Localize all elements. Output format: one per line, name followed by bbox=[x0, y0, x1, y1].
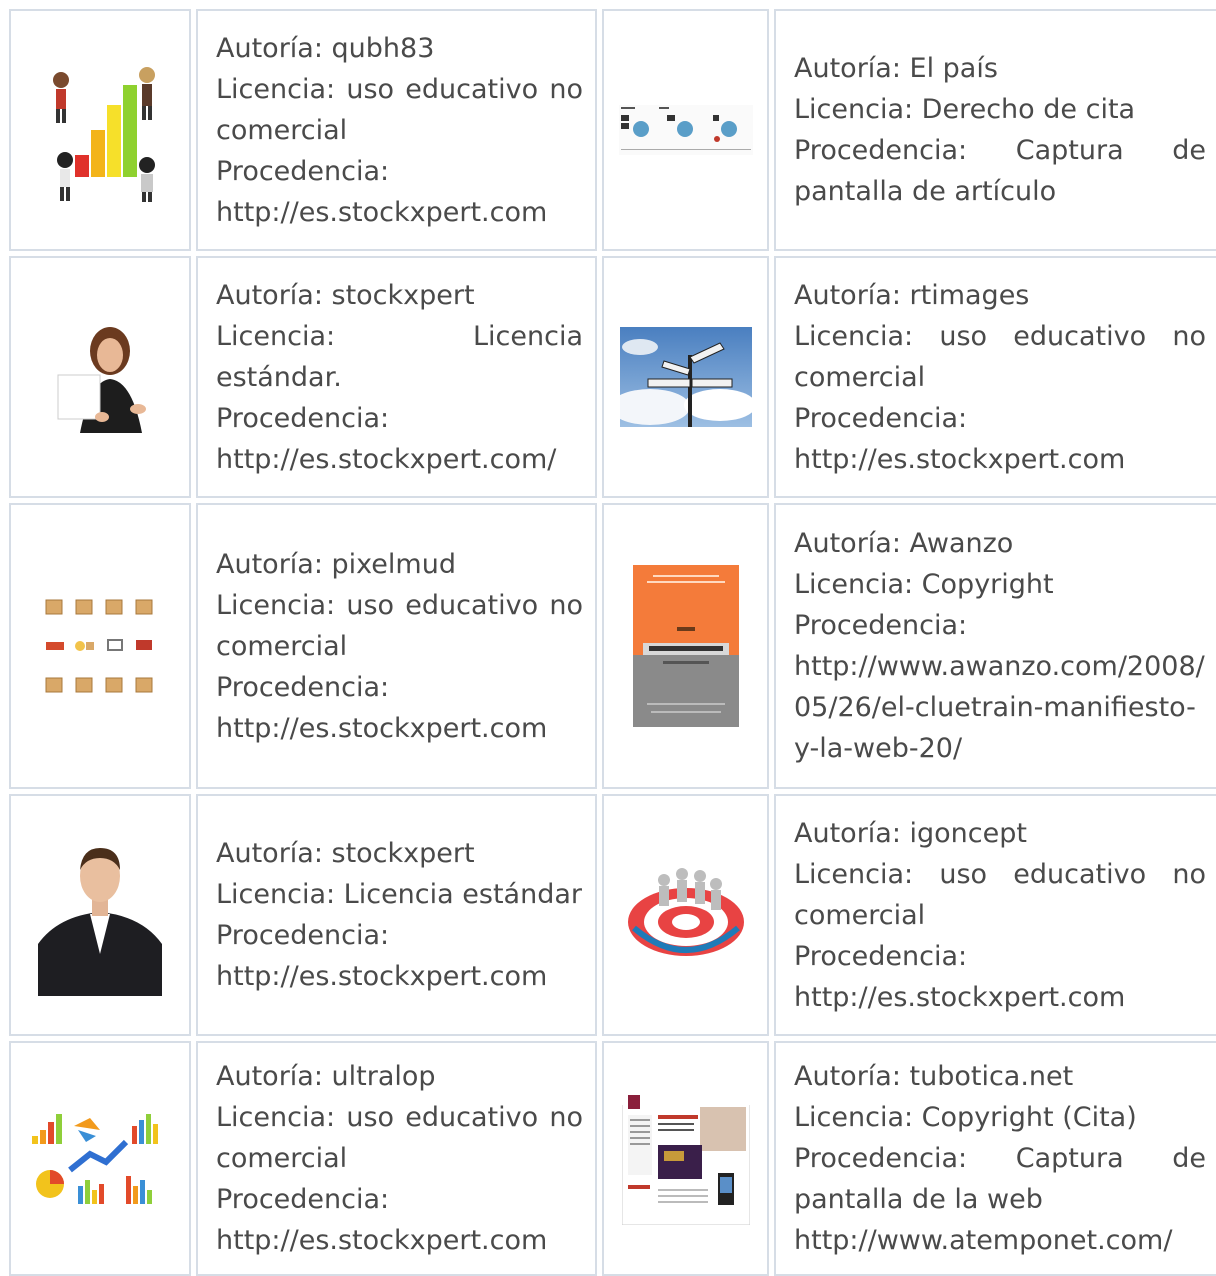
procedencia-text: Procedencia: bbox=[216, 402, 390, 434]
licencia-text: Licencia: uso educativo no comercial bbox=[794, 320, 1206, 393]
procedencia-text: Procedencia: bbox=[794, 940, 968, 972]
credit-text-cell: Autoría: qubh83 Licencia: uso educativo … bbox=[196, 9, 597, 251]
autoria-text: Autoría: pixelmud bbox=[216, 548, 456, 580]
procedencia-text: Procedencia: Captura de pantalla de artí… bbox=[794, 135, 1206, 207]
procedencia-text: Procedencia: bbox=[216, 671, 390, 703]
credit-text-cell: Autoría: ultralop Licencia: uso educativ… bbox=[196, 1041, 597, 1276]
credit-text-cell: Autoría: El país Licencia: Derecho de ci… bbox=[774, 9, 1216, 251]
licencia-text: Licencia: Copyright (Cita) bbox=[794, 1102, 1137, 1133]
article-screenshot-image bbox=[618, 105, 753, 155]
autoria-text: Autoría: tubotica.net bbox=[794, 1061, 1074, 1092]
source-url[interactable]: http://es.stockxpert.com bbox=[216, 956, 583, 997]
licencia-text: Licencia: uso educativo no comercial bbox=[216, 589, 583, 662]
people-growth-chart-image bbox=[53, 67, 155, 202]
autoria-text: Autoría: stockxpert bbox=[216, 838, 475, 869]
shipping-boxes-icons-image bbox=[45, 599, 153, 693]
image-cell bbox=[9, 1041, 191, 1276]
image-cell bbox=[602, 794, 769, 1036]
licencia-text: Licencia: Licencia estándar bbox=[216, 879, 582, 910]
licencia-text: Licencia: Derecho de cita bbox=[794, 94, 1136, 125]
procedencia-text: Procedencia: bbox=[216, 1184, 390, 1215]
licencia-text: Licencia: uso educativo no comercial bbox=[794, 858, 1206, 931]
image-cell bbox=[9, 256, 191, 498]
cluetrain-book-cover-image bbox=[632, 565, 739, 727]
credit-text-cell: Autoría: Awanzo Licencia: Copyright Proc… bbox=[774, 503, 1216, 789]
licencia-text: Licencia: Licencia estándar. bbox=[216, 320, 583, 393]
image-cell bbox=[602, 503, 769, 789]
autoria-text: Autoría: qubh83 bbox=[216, 32, 435, 64]
young-man-suit-image bbox=[38, 834, 162, 996]
credit-text-cell: Autoría: stockxpert Licencia: Licencia e… bbox=[196, 256, 597, 498]
procedencia-text: Procedencia: bbox=[794, 610, 968, 641]
credit-text-cell: Autoría: igoncept Licencia: uso educativ… bbox=[774, 794, 1216, 1036]
procedencia-text: Procedencia: Captura de pantalla de la w… bbox=[794, 1143, 1206, 1215]
source-url[interactable]: http://www.atemponet.com/ bbox=[794, 1220, 1206, 1261]
autoria-text: Autoría: igoncept bbox=[794, 817, 1027, 849]
procedencia-text: Procedencia: bbox=[216, 155, 390, 187]
licencia-text: Licencia: Copyright bbox=[794, 569, 1054, 600]
credits-table: Autoría: qubh83 Licencia: uso educativo … bbox=[9, 9, 1216, 1276]
woman-with-paper-image bbox=[50, 321, 150, 433]
licencia-text: Licencia: uso educativo no comercial bbox=[216, 1102, 583, 1174]
image-cell bbox=[9, 503, 191, 789]
credit-text-cell: Autoría: tubotica.net Licencia: Copyrigh… bbox=[774, 1041, 1216, 1276]
source-url[interactable]: http://www.awanzo.com/2008/05/26/el-clue… bbox=[794, 646, 1206, 769]
credit-text-cell: Autoría: rtimages Licencia: uso educativ… bbox=[774, 256, 1216, 498]
target-market-image bbox=[627, 868, 744, 956]
autoria-text: Autoría: stockxpert bbox=[216, 279, 475, 311]
autoria-text: Autoría: Awanzo bbox=[794, 528, 1014, 559]
procedencia-text: Procedencia: bbox=[794, 402, 968, 434]
source-url[interactable]: http://es.stockxpert.com bbox=[794, 439, 1206, 480]
licencia-text: Licencia: uso educativo no comercial bbox=[216, 73, 583, 146]
autoria-text: Autoría: ultralop bbox=[216, 1061, 436, 1092]
source-url[interactable]: http://es.stockxpert.com/ bbox=[216, 439, 583, 480]
autoria-text: Autoría: El país bbox=[794, 53, 998, 84]
credit-text-cell: Autoría: stockxpert Licencia: Licencia e… bbox=[196, 794, 597, 1036]
image-cell bbox=[602, 256, 769, 498]
source-url[interactable]: http://es.stockxpert.com bbox=[794, 977, 1206, 1018]
image-cell bbox=[9, 9, 191, 251]
image-cell bbox=[602, 9, 769, 251]
source-url[interactable]: http://es.stockxpert.com bbox=[216, 708, 583, 749]
source-url[interactable]: http://es.stockxpert.com bbox=[216, 192, 583, 233]
marketing-signpost-image bbox=[619, 327, 752, 427]
colorful-charts-image bbox=[32, 1113, 158, 1204]
website-screenshot-image bbox=[621, 1092, 750, 1225]
source-url[interactable]: http://es.stockxpert.com bbox=[216, 1220, 583, 1261]
image-cell bbox=[602, 1041, 769, 1276]
image-cell bbox=[9, 794, 191, 1036]
credit-text-cell: Autoría: pixelmud Licencia: uso educativ… bbox=[196, 503, 597, 789]
autoria-text: Autoría: rtimages bbox=[794, 279, 1030, 311]
procedencia-text: Procedencia: bbox=[216, 920, 390, 951]
